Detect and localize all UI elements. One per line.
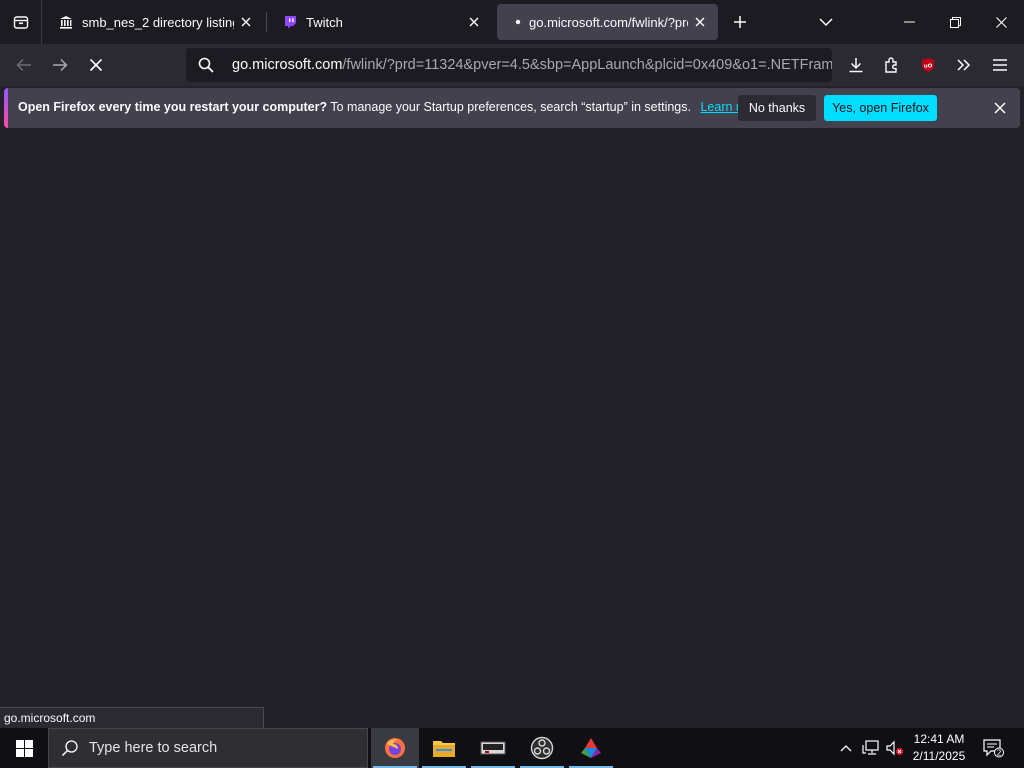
taskbar-color-app[interactable] xyxy=(567,728,615,768)
close-window-button[interactable] xyxy=(978,0,1024,44)
chevron-up-icon xyxy=(840,745,852,752)
arrow-right-icon xyxy=(53,58,68,72)
taskbar-search-box[interactable]: Type here to search xyxy=(48,728,368,768)
notification-message: Open Firefox every time you restart your… xyxy=(18,100,764,114)
tab-title: go.microsoft.com/fwlink/?prd=11324&pver=… xyxy=(529,14,688,30)
search-placeholder: Type here to search xyxy=(89,740,218,756)
no-thanks-button[interactable]: No thanks xyxy=(738,95,816,121)
page-content xyxy=(0,131,1024,728)
puzzle-icon xyxy=(885,57,897,73)
yes-open-firefox-button[interactable]: Yes, open Firefox xyxy=(824,95,937,121)
url-text[interactable]: go.microsoft.com/fwlink/?prd=11324&pver=… xyxy=(226,57,832,73)
downloads-button[interactable] xyxy=(840,49,872,81)
network-icon xyxy=(862,740,879,755)
windows-logo-icon xyxy=(15,739,33,757)
color-app-icon xyxy=(581,738,601,758)
network-status[interactable] xyxy=(860,728,882,768)
loading-dot-icon xyxy=(513,14,523,30)
status-panel: go.microsoft.com xyxy=(0,707,264,728)
ublock-icon: uO xyxy=(922,58,934,72)
close-icon xyxy=(995,16,1007,28)
start-button[interactable] xyxy=(0,728,48,768)
show-hidden-icons-button[interactable] xyxy=(836,728,856,768)
taskbar-obs[interactable] xyxy=(518,728,566,768)
notification-text: To manage your Startup preferences, sear… xyxy=(330,100,691,114)
tab-twitch[interactable]: Twitch xyxy=(268,4,492,40)
clock-time: 12:41 AM xyxy=(913,732,965,746)
tab-title: smb_nes_2 directory listing xyxy=(82,14,234,30)
close-notification-button[interactable] xyxy=(988,96,1012,120)
notification-title: Open Firefox every time you restart your… xyxy=(18,100,328,114)
file-explorer-icon xyxy=(433,741,455,757)
minimize-icon xyxy=(903,21,915,23)
minimize-button[interactable] xyxy=(886,0,932,44)
notifications-icon: 2 xyxy=(983,739,1004,758)
extensions-button[interactable] xyxy=(876,49,908,81)
menu-button[interactable] xyxy=(984,49,1016,81)
close-icon xyxy=(994,102,1006,114)
download-icon xyxy=(849,58,863,73)
twitch-icon xyxy=(282,14,298,30)
tab-microsoft-fwlink[interactable]: go.microsoft.com/fwlink/?prd=11324&pver=… xyxy=(497,4,718,40)
url-bar[interactable]: go.microsoft.com/fwlink/?prd=11324&pver=… xyxy=(186,48,832,82)
url-path: /fwlink/?prd=11324&pver=4.5&sbp=AppLaunc… xyxy=(342,57,832,73)
double-chevron-right-icon xyxy=(957,59,971,71)
taskbar-emulator[interactable] xyxy=(469,728,517,768)
tab-bar: smb_nes_2 directory listing Twitch go.mi… xyxy=(0,0,1024,44)
firefox-icon xyxy=(385,738,405,758)
archive-icon xyxy=(58,14,74,30)
forward-button[interactable] xyxy=(44,49,76,81)
firefox-view-icon xyxy=(13,16,28,29)
chevron-down-icon xyxy=(819,18,833,27)
tab-smb-directory[interactable]: smb_nes_2 directory listing xyxy=(44,4,264,40)
arrow-left-icon xyxy=(16,58,31,72)
action-center-button[interactable]: 2 xyxy=(978,728,1008,768)
list-all-tabs-button[interactable] xyxy=(814,10,838,34)
close-tab-icon[interactable] xyxy=(462,10,486,34)
taskbar-file-explorer[interactable] xyxy=(420,728,468,768)
navigation-toolbar: go.microsoft.com/fwlink/?prd=11324&pver=… xyxy=(0,44,1024,86)
back-button[interactable] xyxy=(8,49,40,81)
tab-title: Twitch xyxy=(306,14,343,30)
new-tab-button[interactable] xyxy=(728,10,752,34)
windows-taskbar: Type here to search 12:41 AM 2/11/2025 2 xyxy=(0,728,1024,768)
close-tab-icon[interactable] xyxy=(688,10,712,34)
url-domain: go.microsoft.com xyxy=(232,57,343,73)
taskbar-firefox[interactable] xyxy=(371,728,419,768)
stop-icon xyxy=(89,58,103,72)
firefox-view-button[interactable] xyxy=(0,0,42,44)
startup-notification-bar: Open Firefox every time you restart your… xyxy=(4,88,1020,128)
search-icon xyxy=(186,57,226,73)
obs-icon xyxy=(530,736,554,760)
stop-button[interactable] xyxy=(80,49,112,81)
emulator-icon xyxy=(480,741,506,755)
notification-count: 2 xyxy=(996,749,1001,758)
search-icon xyxy=(61,740,78,757)
system-clock[interactable]: 12:41 AM 2/11/2025 xyxy=(902,731,976,765)
svg-text:uO: uO xyxy=(924,64,933,70)
ublock-origin-button[interactable]: uO xyxy=(912,49,944,81)
hamburger-menu-icon xyxy=(993,59,1007,71)
restore-icon xyxy=(949,16,961,28)
plus-icon xyxy=(734,16,746,28)
restore-button[interactable] xyxy=(932,0,978,44)
tab-separator xyxy=(266,12,267,32)
clock-date: 2/11/2025 xyxy=(912,749,966,763)
more-tools-button[interactable] xyxy=(948,49,980,81)
close-tab-icon[interactable] xyxy=(234,10,258,34)
